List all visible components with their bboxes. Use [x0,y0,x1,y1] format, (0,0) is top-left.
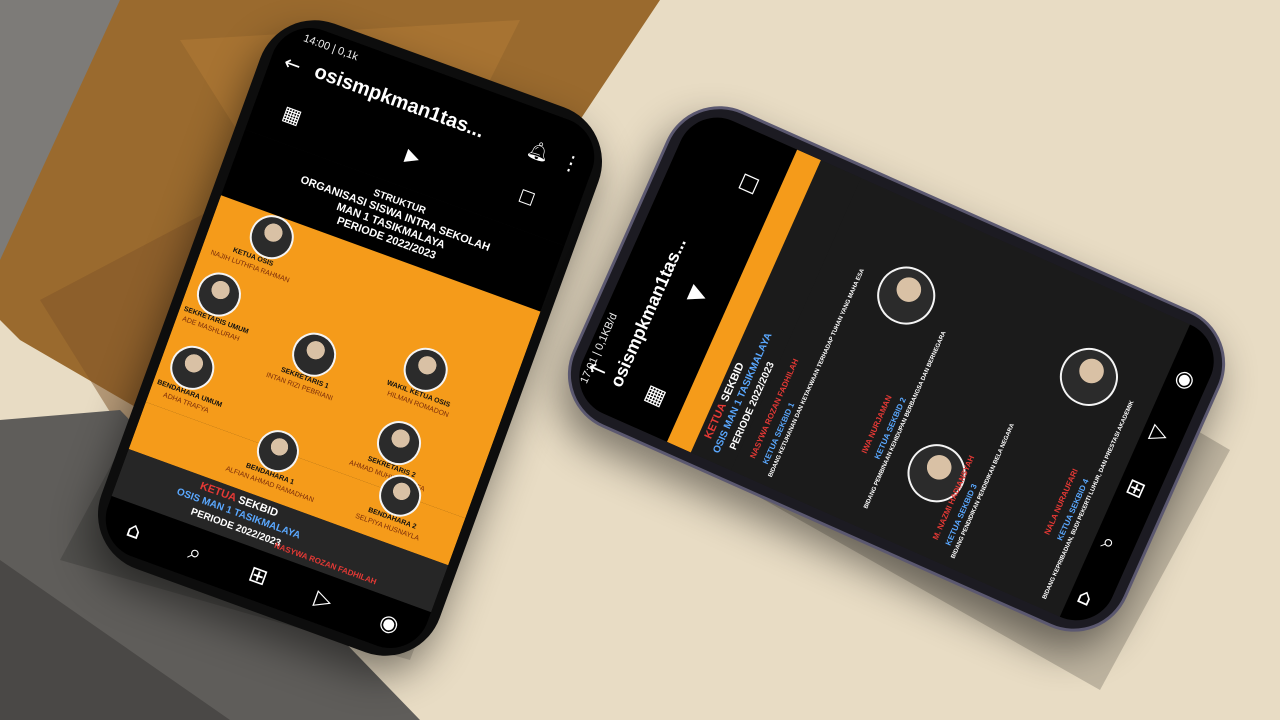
add-icon-right[interactable]: ⊞ [1122,474,1149,504]
add-icon[interactable]: ⊞ [245,561,271,591]
search-icon[interactable]: ⌕ [185,539,205,567]
tagged-tab-icon-right[interactable]: ☐ [734,170,762,201]
status-time: 14:00 | 0,1k [301,32,360,64]
home-icon[interactable]: ⌂ [123,517,145,545]
reels-icon[interactable]: ▷ [311,585,335,614]
profile-username-right: osismpkman1tas... [606,234,690,391]
grid-tab-icon[interactable]: ▦ [279,100,305,129]
more-options-icon[interactable]: ⋮ [558,148,585,177]
entry-3-avatar [1050,338,1128,416]
profile-icon[interactable]: ◉ [376,609,403,639]
grid-tab-icon-right[interactable]: ▦ [641,380,670,411]
notification-bell-icon[interactable]: 🔔︎ [524,138,553,166]
tagged-tab-icon[interactable]: ☐ [515,186,537,211]
home-icon-right[interactable]: ⌂ [1073,584,1096,613]
reels-tab-icon-right[interactable]: ▶ [685,279,711,309]
reels-icon-right[interactable]: ▷ [1146,419,1172,449]
entry-1-avatar [867,257,945,334]
reels-tab-icon[interactable]: ▶ [403,145,423,169]
profile-icon-right[interactable]: ◉ [1171,364,1199,395]
profile-username: osismpkman1tas... [311,60,488,143]
search-icon-right[interactable]: ⌕ [1098,529,1119,557]
back-arrow-icon[interactable]: ← [281,50,305,78]
